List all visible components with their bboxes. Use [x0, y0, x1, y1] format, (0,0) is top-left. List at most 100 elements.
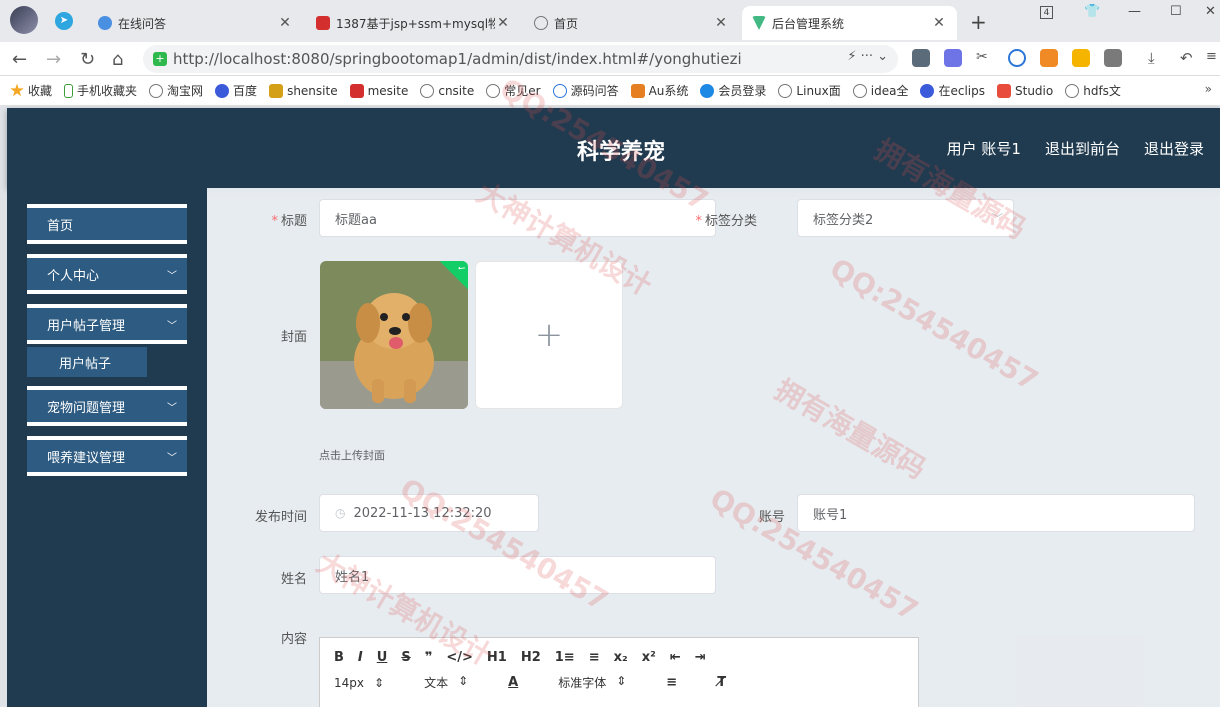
logout-link[interactable]: 退出登录 [1144, 138, 1204, 159]
text-type-select[interactable]: 文本 ⇕ [424, 674, 468, 691]
bookmarks-more-icon[interactable]: » [1205, 82, 1212, 96]
home-icon[interactable]: ⌂ [112, 49, 123, 70]
account-label: 账号 [758, 510, 785, 525]
font-size-select[interactable]: 14px ⇕ [334, 676, 384, 690]
tag-select[interactable]: 标签分类2 ﹀ [797, 199, 1014, 237]
heading2-icon[interactable]: H2 [521, 650, 541, 665]
bookmark-item[interactable]: 百度 [215, 82, 257, 99]
bookmark-item[interactable]: hdfs文 [1065, 82, 1121, 99]
underline-icon[interactable]: U [377, 650, 388, 665]
select-arrows-icon: ⇕ [616, 674, 627, 688]
title-input[interactable]: 标题aa [319, 199, 716, 237]
italic-icon[interactable]: I [358, 650, 363, 665]
tab-count-badge[interactable]: 4 [1040, 6, 1053, 19]
chevron-down-icon: ﹀ [167, 402, 177, 414]
content-label: 内容 [280, 632, 307, 647]
minimize-icon[interactable]: — [1128, 4, 1141, 19]
bookmark-item[interactable]: 收藏 [10, 82, 52, 99]
sidebar-item-feeding-advice[interactable]: 喂养建议管理 ﹀ [27, 436, 187, 476]
reload-icon[interactable]: ↻ [80, 49, 95, 70]
globe-icon [149, 83, 164, 98]
url-actions[interactable]: ⚡ ··· ⌄ [847, 49, 888, 64]
indent-icon[interactable]: ⇥ [695, 650, 706, 665]
clear-format-icon[interactable]: T̸ [717, 675, 726, 690]
code-icon[interactable]: </> [446, 650, 473, 665]
extension-icon[interactable] [912, 49, 930, 67]
bookmark-item[interactable]: 常见er [486, 82, 541, 99]
subscript-icon[interactable]: x₂ [614, 650, 628, 665]
rich-text-editor[interactable]: B I U S ❞ </> H1 H2 1≡ ≡ x₂ x² ⇤ ⇥ 14px ⇕… [319, 637, 919, 707]
url-field[interactable]: + http://localhost:8080/springbootomap1/… [143, 45, 898, 73]
menu-icon[interactable]: ≡ [1206, 49, 1220, 67]
browser-tab-1[interactable]: 在线问答 ✕ [88, 6, 303, 40]
phone-icon [64, 83, 74, 98]
forward-icon[interactable]: → [46, 49, 61, 70]
bookmark-item[interactable]: idea全 [852, 82, 908, 99]
main-content: * 标题 标题aa * 标签分类 标签分类2 ﹀ 封面 ✓ + 点击上传封面 发… [207, 188, 1220, 707]
outdent-icon[interactable]: ⇤ [670, 650, 681, 665]
browser-tab-3[interactable]: 首页 ✕ [524, 6, 739, 40]
frontend-link[interactable]: 退出到前台 [1045, 138, 1120, 159]
publish-datetime-input[interactable]: ◷ 2022-11-13 12:32:20 [319, 494, 539, 532]
search-lens-icon[interactable] [1008, 49, 1026, 67]
shield-icon[interactable] [1072, 49, 1090, 67]
tab-favicon-icon [316, 16, 330, 30]
upload-cover-button[interactable]: + [475, 261, 623, 409]
download-icon[interactable]: ⤓ [1148, 49, 1166, 67]
bookmark-item[interactable]: cnsite [420, 83, 474, 98]
browser-tab-2[interactable]: 1387基于jsp+ssm+mysql物 ✕ [306, 6, 521, 40]
tab-close-icon[interactable]: ✕ [931, 15, 947, 31]
tab-close-icon[interactable]: ✕ [713, 15, 729, 31]
url-text: http://localhost:8080/springbootomap1/ad… [173, 50, 742, 68]
maximize-icon[interactable]: ☐ [1170, 4, 1182, 19]
superscript-icon[interactable]: x² [642, 650, 656, 665]
close-window-icon[interactable]: ✕ [1205, 4, 1216, 19]
bookmark-item[interactable]: 淘宝网 [149, 82, 203, 99]
bold-icon[interactable]: B [334, 650, 344, 665]
name-input[interactable]: 姓名1 [319, 556, 716, 594]
sidebar-item-home[interactable]: 首页 [27, 204, 187, 244]
bookmark-item[interactable]: shensite [269, 83, 338, 98]
globe-icon [778, 83, 793, 98]
apps-grid-icon[interactable] [1104, 49, 1122, 67]
bookmark-item[interactable]: mesite [349, 83, 408, 98]
ordered-list-icon[interactable]: 1≡ [555, 650, 575, 665]
bookmark-item[interactable]: 会员登录 [700, 82, 766, 99]
bookmark-item[interactable]: Au系统 [630, 82, 688, 99]
cover-image[interactable]: ✓ [320, 261, 468, 409]
shirt-icon[interactable]: 👕 [1084, 4, 1100, 19]
globe-icon [420, 83, 435, 98]
browser-tab-active[interactable]: 后台管理系统 ✕ [742, 6, 957, 40]
back-icon[interactable]: ← [12, 49, 27, 70]
bookmarks-bar: 收藏 手机收藏夹 淘宝网 百度 shensite mesite cnsite 常… [0, 76, 1220, 106]
heading1-icon[interactable]: H1 [487, 650, 507, 665]
tab-close-icon[interactable]: ✕ [277, 15, 293, 31]
tab-close-icon[interactable]: ✕ [495, 15, 511, 31]
bookmark-item[interactable]: 源码问答 [552, 82, 619, 99]
bookmark-item[interactable]: 手机收藏夹 [64, 82, 137, 99]
account-input[interactable]: 账号1 [797, 494, 1195, 532]
align-icon[interactable]: ≡ [666, 675, 677, 690]
new-tab-button[interactable]: + [970, 10, 987, 34]
bookmark-item[interactable]: 在eclips [920, 82, 985, 99]
font-family-select[interactable]: 标准字体 ⇕ [558, 674, 626, 691]
bookmark-item[interactable]: Studio [997, 83, 1053, 98]
translate-icon[interactable] [944, 49, 962, 67]
sidebar-item-profile[interactable]: 个人中心 ﹀ [27, 254, 187, 294]
sidebar-subitem-user-posts[interactable]: 用户帖子 [27, 347, 147, 377]
telegram-icon[interactable]: ➤ [55, 12, 73, 30]
select-arrows-icon: ⇕ [374, 675, 385, 690]
sidebar-item-pet-questions[interactable]: 宠物问题管理 ﹀ [27, 386, 187, 426]
fox-icon[interactable] [1040, 49, 1058, 67]
undo-icon[interactable]: ↶ [1180, 49, 1198, 67]
bullet-list-icon[interactable]: ≡ [589, 650, 600, 665]
tab-label: 后台管理系统 [772, 16, 845, 31]
blockquote-icon[interactable]: ❞ [425, 650, 433, 665]
font-color-icon[interactable]: A [508, 675, 518, 690]
profile-avatar[interactable] [10, 6, 38, 34]
strike-icon[interactable]: S [401, 650, 410, 665]
sidebar-item-user-posts[interactable]: 用户帖子管理 ﹀ [27, 304, 187, 344]
baidu-icon [920, 83, 935, 98]
bookmark-item[interactable]: Linux面 [778, 82, 841, 99]
scissors-icon[interactable]: ✂ [976, 49, 994, 67]
